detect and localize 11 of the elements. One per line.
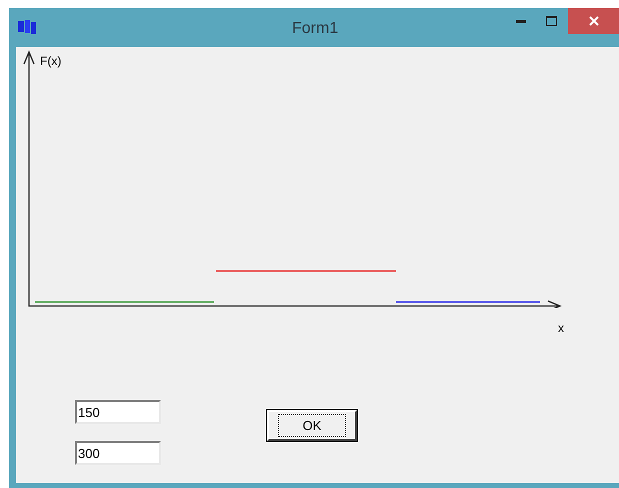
app-icon bbox=[18, 20, 36, 34]
input-field[interactable]: 150 bbox=[75, 400, 161, 424]
x-axis-label: x bbox=[558, 320, 564, 337]
input-field[interactable]: 300 bbox=[75, 441, 161, 465]
ok-button[interactable]: OK bbox=[267, 410, 357, 441]
y-axis-label: F(x) bbox=[40, 53, 62, 70]
window-title: Form1 bbox=[292, 19, 338, 39]
close-button[interactable] bbox=[568, 8, 619, 34]
maximize-icon bbox=[546, 16, 556, 26]
minimize-icon bbox=[516, 20, 526, 22]
close-icon bbox=[588, 16, 598, 26]
